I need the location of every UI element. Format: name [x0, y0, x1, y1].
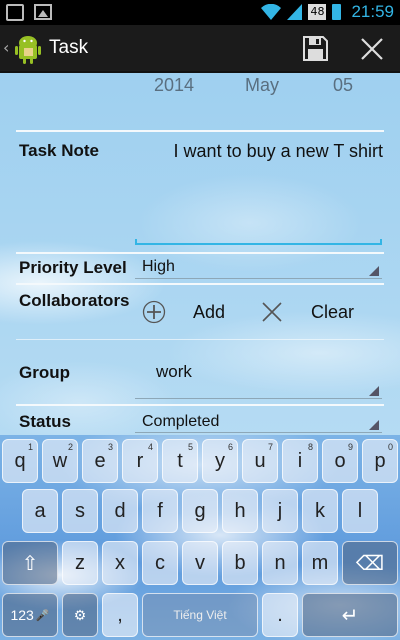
date-picker: 2014 May 05: [0, 73, 400, 109]
signal-icon: [287, 4, 303, 20]
key-j[interactable]: j: [262, 489, 298, 533]
soft-keyboard: q1 w2 e3 r4 t5 y6 u7 i8 o9 p0 a s d f g …: [0, 435, 400, 640]
collaborators-label: Collaborators: [19, 291, 130, 310]
microphone-icon: 🎤: [35, 609, 50, 622]
key-e[interactable]: e3: [82, 439, 118, 483]
status-bar: 48 21:59: [0, 0, 400, 25]
key-m[interactable]: m: [302, 541, 338, 585]
key-d[interactable]: d: [102, 489, 138, 533]
key-u[interactable]: u7: [242, 439, 278, 483]
key-i[interactable]: i8: [282, 439, 318, 483]
key-comma[interactable]: ,: [102, 593, 138, 637]
close-icon[interactable]: [360, 37, 384, 61]
space-key[interactable]: Tiếng Việt: [142, 593, 258, 637]
task-form: 2014 May 05 Task Note I want to buy a ne…: [0, 73, 400, 435]
notification-icons: [6, 4, 52, 21]
key-s[interactable]: s: [62, 489, 98, 533]
battery-icon: [332, 4, 342, 20]
key-period[interactable]: .: [262, 593, 298, 637]
group-label: Group: [19, 363, 70, 382]
key-g[interactable]: g: [182, 489, 218, 533]
key-r[interactable]: r4: [122, 439, 158, 483]
enter-key[interactable]: ↵: [302, 593, 398, 637]
key-x[interactable]: x: [102, 541, 138, 585]
status-label: Status: [19, 412, 71, 431]
key-f[interactable]: f: [142, 489, 178, 533]
action-bar: ‹ Task: [0, 25, 400, 73]
android-app-icon[interactable]: [14, 33, 42, 65]
dropdown-triangle-icon: [369, 266, 379, 276]
priority-value: High: [142, 258, 175, 275]
divider: [16, 339, 384, 340]
system-icons: 48 21:59: [261, 2, 394, 22]
dropdown-triangle-icon: [369, 386, 379, 396]
task-note-input[interactable]: I want to buy a new T shirt: [174, 141, 383, 162]
key-q[interactable]: q1: [2, 439, 38, 483]
wifi-icon: [261, 4, 282, 20]
settings-key[interactable]: ⚙: [62, 593, 98, 637]
dropdown-triangle-icon: [369, 420, 379, 430]
key-a[interactable]: a: [22, 489, 58, 533]
clock: 21:59: [351, 2, 394, 21]
clear-x-icon[interactable]: [261, 301, 283, 323]
group-value: work: [156, 362, 192, 381]
key-k[interactable]: k: [302, 489, 338, 533]
key-p[interactable]: p0: [362, 439, 398, 483]
date-day[interactable]: 05: [333, 75, 353, 96]
settings-icon: ⚙: [73, 606, 87, 623]
backspace-icon: ⌫: [355, 552, 385, 575]
clear-collaborators-button[interactable]: Clear: [311, 302, 354, 323]
priority-select[interactable]: High: [135, 258, 382, 279]
add-circle-icon[interactable]: [142, 300, 166, 324]
key-l[interactable]: l: [342, 489, 378, 533]
status-value: Completed: [142, 413, 220, 430]
page-title: Task: [49, 37, 89, 58]
priority-label: Priority Level: [19, 258, 127, 277]
space-language-label: Tiếng Việt: [173, 608, 227, 622]
key-t[interactable]: t5: [162, 439, 198, 483]
key-w[interactable]: w2: [42, 439, 78, 483]
key-c[interactable]: c: [142, 541, 178, 585]
notification-icon: [6, 4, 24, 21]
symbols-key[interactable]: 123 🎤: [2, 593, 58, 637]
divider: [16, 404, 384, 406]
save-icon[interactable]: [303, 36, 328, 61]
key-b[interactable]: b: [222, 541, 258, 585]
add-collaborator-button[interactable]: Add: [193, 302, 225, 323]
key-y[interactable]: y6: [202, 439, 238, 483]
symbols-label: 123: [10, 607, 34, 623]
enter-icon: ↵: [341, 604, 359, 627]
shift-icon: ⇧: [21, 552, 39, 575]
image-notification-icon: [34, 4, 52, 20]
group-input[interactable]: work: [135, 362, 382, 399]
date-month[interactable]: May: [245, 75, 279, 96]
task-note-label: Task Note: [19, 141, 99, 160]
key-n[interactable]: n: [262, 541, 298, 585]
task-note-underline: [135, 239, 382, 245]
divider: [16, 252, 384, 254]
date-year[interactable]: 2014: [154, 75, 194, 96]
back-chevron-icon[interactable]: ‹: [3, 38, 9, 57]
key-z[interactable]: z: [62, 541, 98, 585]
status-select[interactable]: Completed: [135, 413, 382, 433]
key-h[interactable]: h: [222, 489, 258, 533]
battery-level: 48: [308, 4, 327, 20]
divider: [16, 130, 384, 132]
key-o[interactable]: o9: [322, 439, 358, 483]
shift-key[interactable]: ⇧: [2, 541, 58, 585]
delete-key[interactable]: ⌫: [342, 541, 398, 585]
divider: [16, 283, 384, 285]
key-v[interactable]: v: [182, 541, 218, 585]
